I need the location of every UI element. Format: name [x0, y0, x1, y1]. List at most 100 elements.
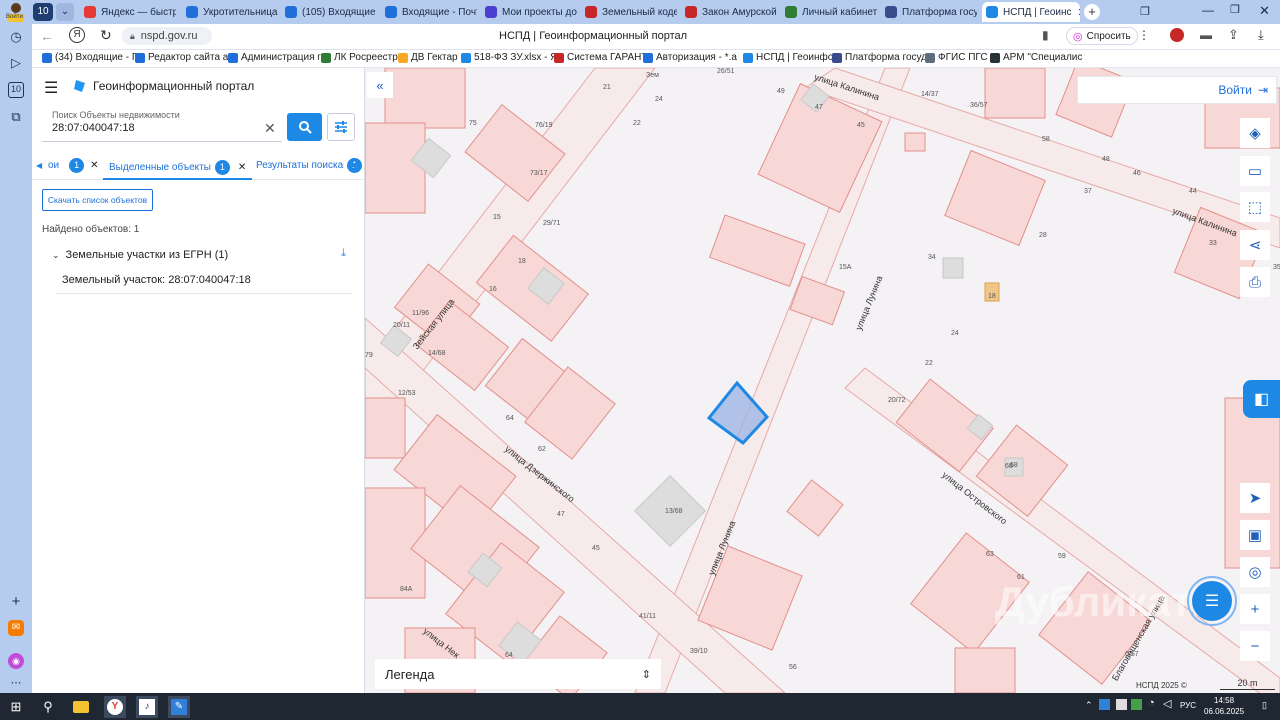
- tab-count-button[interactable]: 10: [33, 3, 53, 21]
- maximize-button[interactable]: ❐: [1230, 3, 1240, 16]
- search-icon[interactable]: ⚲: [37, 696, 59, 718]
- bookmark-icon[interactable]: ▮: [1042, 28, 1049, 42]
- profile-icon[interactable]: Войти: [4, 1, 28, 23]
- bookmark-item[interactable]: Авторизация - *.a: [643, 52, 737, 63]
- browser-tab[interactable]: Входящие - Почт: [381, 2, 477, 22]
- bookmark-item[interactable]: Редактор сайта а: [135, 52, 228, 63]
- clear-search-icon[interactable]: ✕: [264, 120, 276, 137]
- back-button[interactable]: ←: [40, 28, 54, 44]
- alice-app-icon[interactable]: ◉: [8, 653, 24, 669]
- bookmark-item[interactable]: Система ГАРАНТ: [554, 52, 647, 63]
- browser-tab[interactable]: Закон Амурской: [681, 2, 777, 22]
- tab-selected-objects[interactable]: Выделенные объекты 1 ✕: [103, 156, 253, 180]
- filters-button[interactable]: [327, 113, 355, 141]
- minimap-button[interactable]: ▣: [1240, 520, 1270, 550]
- tray-chevron-icon[interactable]: ⌃: [1085, 700, 1093, 711]
- download-arrow-icon[interactable]: ⤓: [1258, 27, 1264, 43]
- bookmark-item[interactable]: ФГИС ПГС: [925, 52, 988, 63]
- locate-button[interactable]: ➤: [1240, 483, 1270, 513]
- bookmark-item[interactable]: Платформа госуд: [832, 52, 927, 63]
- tray-app-icon[interactable]: [1131, 699, 1142, 710]
- bookmark-item[interactable]: Администрация г: [228, 52, 321, 63]
- search-input[interactable]: Поиск Объекты недвижимости 28:07:040047:…: [42, 110, 282, 142]
- collections-icon[interactable]: ❐: [1140, 5, 1150, 18]
- tray-app-icon[interactable]: [1099, 699, 1110, 710]
- group-header[interactable]: ⌄ Земельные участки из ЕГРН (1) ⤓: [52, 247, 352, 263]
- extension-icon[interactable]: [1170, 28, 1184, 42]
- url-field[interactable]: 🔒︎ nspd.gov.ru: [122, 27, 212, 45]
- search-button[interactable]: [287, 113, 322, 141]
- pen-app-icon[interactable]: ✎: [168, 696, 190, 718]
- menu-dots-icon[interactable]: ⋮: [1138, 28, 1150, 42]
- browser-tab[interactable]: Личный кабинет: [781, 2, 877, 22]
- ask-button[interactable]: ◎ Спросить: [1066, 27, 1138, 45]
- language-indicator[interactable]: РУС: [1180, 701, 1196, 710]
- geolocation-button[interactable]: ◎: [1240, 557, 1270, 587]
- tabs-dropdown-button[interactable]: ⌄: [56, 3, 74, 21]
- hamburger-menu-icon[interactable]: ☰: [44, 78, 58, 98]
- yandex-icon[interactable]: Я: [69, 27, 85, 43]
- legend-bar[interactable]: Легенда ⇕: [375, 659, 661, 689]
- ruler-button[interactable]: ▭: [1240, 156, 1270, 186]
- close-icon[interactable]: ✕: [90, 160, 98, 171]
- tray-app-icon[interactable]: [1116, 699, 1127, 710]
- tab-layers[interactable]: ои 1 ✕: [48, 158, 99, 173]
- zoom-out-button[interactable]: −: [1240, 631, 1270, 661]
- browser-tab[interactable]: (105) Входящие: [281, 2, 377, 22]
- history-icon[interactable]: ◷: [8, 29, 24, 45]
- layers-button[interactable]: ◈: [1240, 118, 1270, 148]
- zoom-in-button[interactable]: +: [1240, 594, 1270, 624]
- chat-side-button[interactable]: ◧: [1243, 380, 1280, 418]
- bookmark-item[interactable]: 518-ФЗ ЗУ.xlsx - Я: [461, 52, 558, 63]
- share-map-button[interactable]: ⋖: [1240, 230, 1270, 260]
- mail-app-icon[interactable]: ✉: [8, 620, 24, 636]
- browser-tab[interactable]: НСПД | Геоинс ✕: [982, 2, 1080, 22]
- close-window-button[interactable]: ✕: [1259, 3, 1270, 19]
- print-button[interactable]: ⎙: [1240, 267, 1270, 297]
- bookmark-item[interactable]: НСПД | Геоинфор: [743, 52, 839, 63]
- login-button[interactable]: Войти ⇥: [1077, 76, 1277, 104]
- clock-time[interactable]: 14:58: [1214, 696, 1234, 705]
- tabs-scroll-right-icon[interactable]: ▶: [354, 161, 360, 170]
- notifications-icon[interactable]: ▯: [1262, 700, 1267, 711]
- tabs-count-icon[interactable]: 10: [8, 82, 24, 98]
- close-icon[interactable]: ✕: [238, 162, 246, 173]
- file-explorer-icon[interactable]: [70, 696, 92, 718]
- tab-search-results[interactable]: Результаты поиска 1: [256, 158, 363, 173]
- bookmark-item[interactable]: ДВ Гектар: [398, 52, 458, 63]
- filter-sliders-icon: [335, 121, 347, 133]
- browser-tab[interactable]: Платформа госу: [881, 2, 977, 22]
- collapse-panel-button[interactable]: «: [367, 72, 393, 98]
- bookmark-item[interactable]: (34) Входящие - П: [42, 52, 139, 63]
- minimize-button[interactable]: —: [1202, 3, 1214, 17]
- new-tab-button[interactable]: +: [1084, 4, 1100, 20]
- select-area-button[interactable]: ⬚: [1240, 192, 1270, 222]
- tabs-scroll-left-icon[interactable]: ◀: [36, 161, 42, 170]
- bookmark-item[interactable]: ЛК Росреестр: [321, 52, 398, 63]
- clock-date[interactable]: 06.06.2025: [1204, 707, 1244, 716]
- downloads-icon[interactable]: ▬: [1200, 28, 1212, 42]
- share-icon[interactable]: ⇪: [1228, 27, 1239, 43]
- network-icon[interactable]: ◔: [1148, 697, 1155, 709]
- map-view[interactable]: улица Калинина улица Калинина улица Луни…: [365, 68, 1280, 693]
- bookmark-item[interactable]: АРМ "Специалис: [990, 52, 1082, 63]
- volume-icon[interactable]: ◁: [1163, 697, 1171, 710]
- browser-tab[interactable]: Земельный коде: [581, 2, 677, 22]
- add-icon[interactable]: +: [8, 594, 24, 610]
- play-icon[interactable]: ▷: [8, 55, 24, 71]
- more-icon[interactable]: ⋯: [8, 675, 24, 691]
- windows-start-icon[interactable]: ⊞: [5, 696, 27, 718]
- browser-tab[interactable]: Укротительница: [182, 2, 278, 22]
- download-icon[interactable]: ⤓: [341, 247, 346, 260]
- download-list-button[interactable]: Скачать список объектов: [42, 189, 153, 211]
- yandex-browser-icon[interactable]: Y: [104, 696, 126, 718]
- close-tab-icon[interactable]: ✕: [1078, 6, 1080, 19]
- reload-button[interactable]: ↻: [100, 27, 112, 44]
- screenshot-icon[interactable]: ⧉: [8, 109, 24, 125]
- tab-title: (105) Входящие: [302, 6, 376, 18]
- assistant-chat-button[interactable]: ☰: [1187, 576, 1237, 626]
- browser-tab[interactable]: Мои проекты до: [481, 2, 577, 22]
- app-icon[interactable]: ♪: [136, 696, 158, 718]
- browser-tab[interactable]: Яндекс — быстр: [80, 2, 176, 22]
- result-list-item[interactable]: Земельный участок: 28:07:040047:18: [56, 268, 352, 294]
